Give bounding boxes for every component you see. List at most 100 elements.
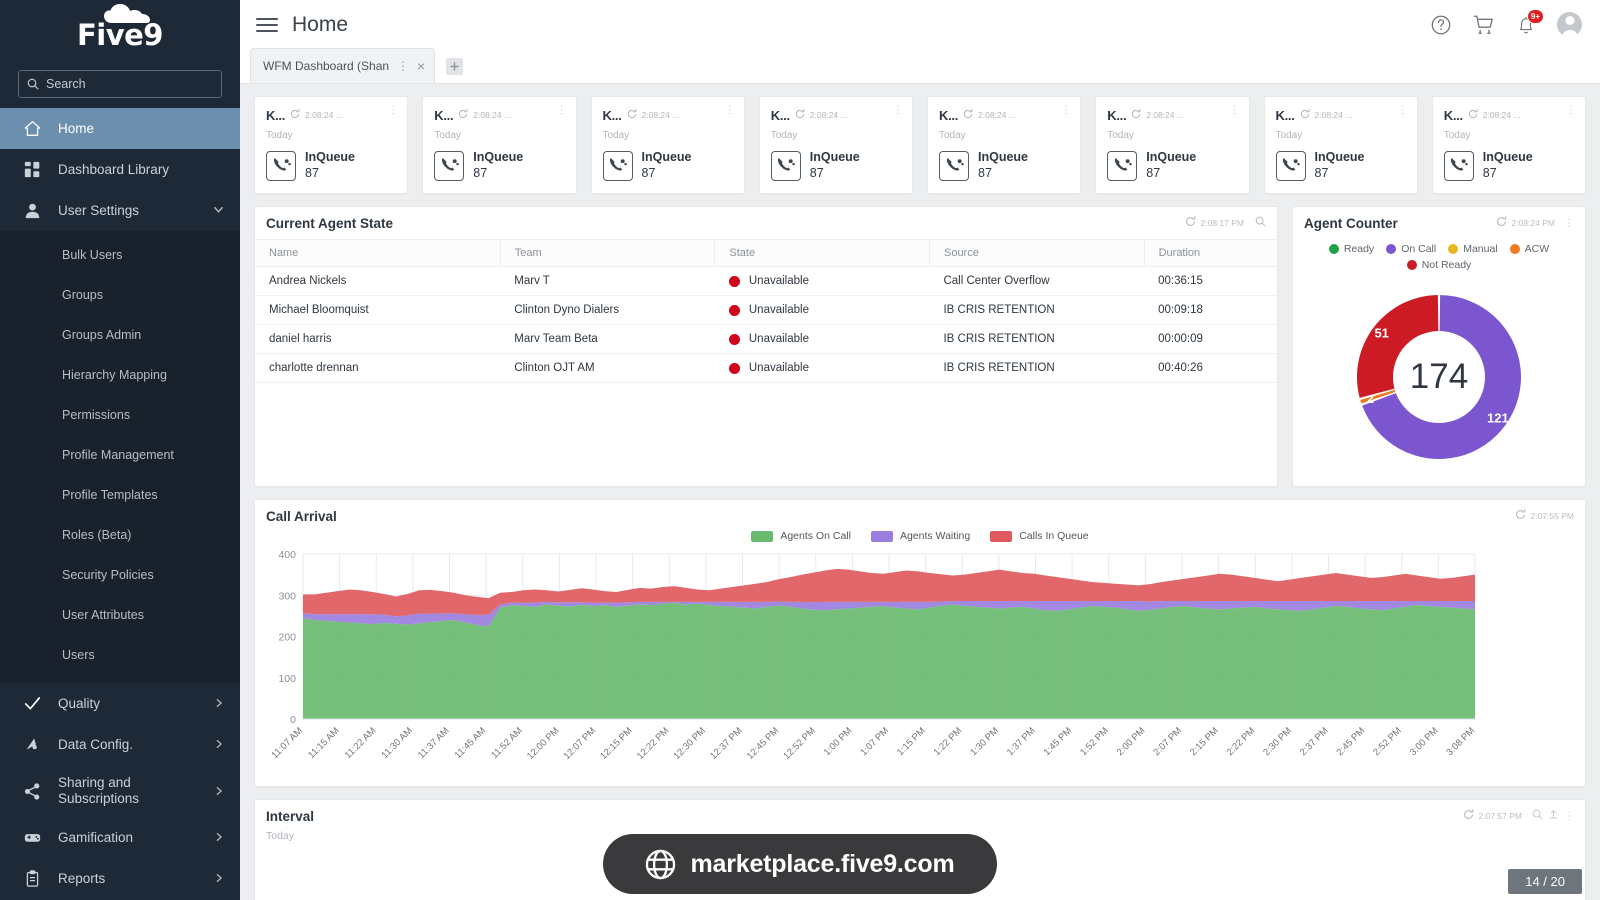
- cell-name: daniel harris: [255, 324, 501, 354]
- sidebar-item-gamification[interactable]: Gamification: [0, 817, 240, 858]
- panel-title: Interval: [266, 808, 315, 824]
- refresh-icon[interactable]: [1131, 106, 1141, 124]
- legend-item[interactable]: Agents Waiting: [870, 530, 970, 542]
- kebab-menu-icon[interactable]: ⋮: [1230, 106, 1240, 116]
- sidebar-subitem-label: User Attributes: [62, 608, 144, 622]
- svg-text:1:00 PM: 1:00 PM: [822, 725, 855, 758]
- column-header-source[interactable]: Source: [928, 239, 1145, 267]
- refresh-icon[interactable]: [1496, 214, 1507, 232]
- phone-queue-icon: [1107, 150, 1138, 181]
- bell-icon[interactable]: 9+: [1516, 8, 1544, 35]
- kpi-card[interactable]: K... 2:08:24 ... ⋮ Today InQueue 87: [590, 96, 745, 194]
- sidebar-subitem-security-policies[interactable]: Security Policies: [0, 555, 240, 595]
- kpi-title: K...: [770, 107, 790, 123]
- sidebar-subitem-groups[interactable]: Groups: [0, 275, 240, 315]
- column-header-state[interactable]: State: [714, 239, 930, 267]
- kpi-title: K...: [602, 107, 622, 123]
- legend-item[interactable]: Manual: [1448, 243, 1498, 255]
- close-icon[interactable]: ×: [417, 59, 425, 73]
- legend-item[interactable]: Calls In Queue: [990, 530, 1089, 542]
- search-icon[interactable]: [1532, 807, 1543, 825]
- kebab-menu-icon[interactable]: ⋮: [1061, 106, 1071, 116]
- kpi-card[interactable]: K... 2:08:24 ... ⋮ Today InQueue 87: [1263, 96, 1418, 194]
- sidebar-subitem-users[interactable]: Users: [0, 635, 240, 675]
- refresh-icon[interactable]: [290, 106, 300, 124]
- column-header-team[interactable]: Team: [499, 239, 715, 267]
- legend-item[interactable]: Agents On Call: [751, 530, 851, 542]
- search-input[interactable]: Search: [18, 70, 222, 98]
- svg-text:11:30 AM: 11:30 AM: [379, 725, 415, 761]
- brand-logo[interactable]: Five9: [0, 0, 240, 62]
- kebab-menu-icon[interactable]: ⋮: [725, 106, 735, 116]
- legend-item[interactable]: Ready: [1328, 243, 1374, 255]
- chevron-right-icon: [214, 784, 224, 799]
- kebab-menu-icon[interactable]: ⋮: [1564, 218, 1574, 229]
- sidebar-subitem-groups-admin[interactable]: Groups Admin: [0, 315, 240, 355]
- kpi-card[interactable]: K... 2:08:24 ... ⋮ Today InQueue 87: [1431, 96, 1586, 194]
- refresh-icon[interactable]: [1468, 106, 1478, 124]
- cloud-icon: [103, 3, 150, 23]
- menu-toggle-button[interactable]: [256, 17, 278, 32]
- phone-queue-icon: [1443, 150, 1474, 181]
- kebab-menu-icon[interactable]: ⋮: [388, 106, 398, 116]
- kpi-period: Today: [1443, 130, 1471, 141]
- sidebar-subitem-permissions[interactable]: Permissions: [0, 395, 240, 435]
- svg-text:11:45 AM: 11:45 AM: [453, 725, 489, 761]
- search-icon[interactable]: [1255, 214, 1266, 232]
- column-header-name[interactable]: Name: [255, 239, 501, 267]
- kebab-menu-icon[interactable]: ⋮: [1566, 106, 1576, 116]
- sidebar-subitem-profile-management[interactable]: Profile Management: [0, 435, 240, 475]
- tab-wfm-dashboard[interactable]: WFM Dashboard (Shan ⋮ ×: [250, 48, 436, 83]
- avatar[interactable]: [1557, 12, 1582, 37]
- kebab-menu-icon[interactable]: ⋮: [893, 106, 903, 116]
- kpi-card[interactable]: K... 2:08:24 ... ⋮ Today InQueue 87: [758, 96, 913, 194]
- legend-item[interactable]: Not Ready: [1406, 259, 1471, 271]
- legend-item[interactable]: On Call: [1386, 243, 1436, 255]
- refresh-icon[interactable]: [795, 106, 805, 124]
- kebab-menu-icon[interactable]: ⋮: [557, 106, 567, 116]
- refresh-icon[interactable]: [1185, 214, 1196, 232]
- refresh-icon[interactable]: [963, 106, 973, 124]
- refresh-icon[interactable]: [1515, 507, 1526, 525]
- kpi-card[interactable]: K... 2:08:24 ... ⋮ Today InQueue 87: [1095, 96, 1250, 194]
- refresh-icon[interactable]: [458, 106, 468, 124]
- column-header-duration[interactable]: Duration: [1143, 239, 1277, 267]
- chevron-down-icon: [213, 203, 224, 218]
- sidebar-subitem-user-attributes[interactable]: User Attributes: [0, 595, 240, 635]
- add-tab-button[interactable]: [446, 58, 464, 75]
- refresh-icon[interactable]: [627, 106, 637, 124]
- sidebar-subitem-profile-templates[interactable]: Profile Templates: [0, 475, 240, 515]
- sidebar-item-reports[interactable]: Reports: [0, 858, 240, 899]
- sidebar-item-label: Home: [58, 120, 95, 136]
- cart-icon[interactable]: [1473, 14, 1495, 36]
- refresh-icon[interactable]: [1300, 106, 1310, 124]
- refresh-icon[interactable]: [1463, 807, 1474, 825]
- sidebar-item-home[interactable]: Home: [0, 108, 240, 149]
- kpi-text: InQueue 87: [978, 150, 1028, 181]
- sidebar-item-sharing-subscriptions[interactable]: Sharing and Subscriptions: [0, 765, 240, 817]
- kpi-metric-value: 87: [1314, 165, 1329, 180]
- kebab-menu-icon[interactable]: ⋮: [1398, 106, 1408, 116]
- sidebar-subitem-hierarchy-mapping[interactable]: Hierarchy Mapping: [0, 355, 240, 395]
- export-icon[interactable]: [1548, 807, 1559, 825]
- sidebar-item-user-settings[interactable]: User Settings: [0, 190, 240, 231]
- tab-menu-icon[interactable]: ⋮: [397, 60, 409, 72]
- legend-item[interactable]: ACW: [1509, 243, 1549, 255]
- sidebar-subitem-bulk-users[interactable]: Bulk Users: [0, 235, 240, 275]
- svg-text:1:22 PM: 1:22 PM: [932, 725, 965, 758]
- sidebar-subitem-roles-beta[interactable]: Roles (Beta): [0, 515, 240, 555]
- kpi-card[interactable]: K... 2:08:24 ... ⋮ Today InQueue 87: [422, 96, 577, 194]
- sidebar-item-quality[interactable]: Quality: [0, 683, 240, 724]
- kpi-card[interactable]: K... 2:08:24 ... ⋮ Today InQueue 87: [927, 96, 1082, 194]
- table-row[interactable]: charlotte drennan Clinton OJT AM Unavailab…: [255, 353, 1277, 383]
- cell-team: Clinton Dyno Dialers: [500, 295, 715, 325]
- svg-text:12:52 PM: 12:52 PM: [781, 725, 818, 762]
- table-row[interactable]: Michael Bloomquist Clinton Dyno Dialers Un…: [255, 295, 1277, 325]
- table-row[interactable]: Andrea Nickels Marv T Unavailable Call Cent…: [255, 266, 1277, 296]
- help-icon[interactable]: [1430, 14, 1452, 36]
- kebab-menu-icon[interactable]: ⋮: [1564, 811, 1574, 822]
- table-row[interactable]: daniel harris Marv Team Beta Unavailable IB…: [255, 324, 1277, 354]
- sidebar-item-data-config[interactable]: Data Config.: [0, 724, 240, 765]
- sidebar-item-dashboard-library[interactable]: Dashboard Library: [0, 149, 240, 190]
- kpi-card[interactable]: K... 2:08:24 ... ⋮ Today InQueue 87: [254, 96, 409, 194]
